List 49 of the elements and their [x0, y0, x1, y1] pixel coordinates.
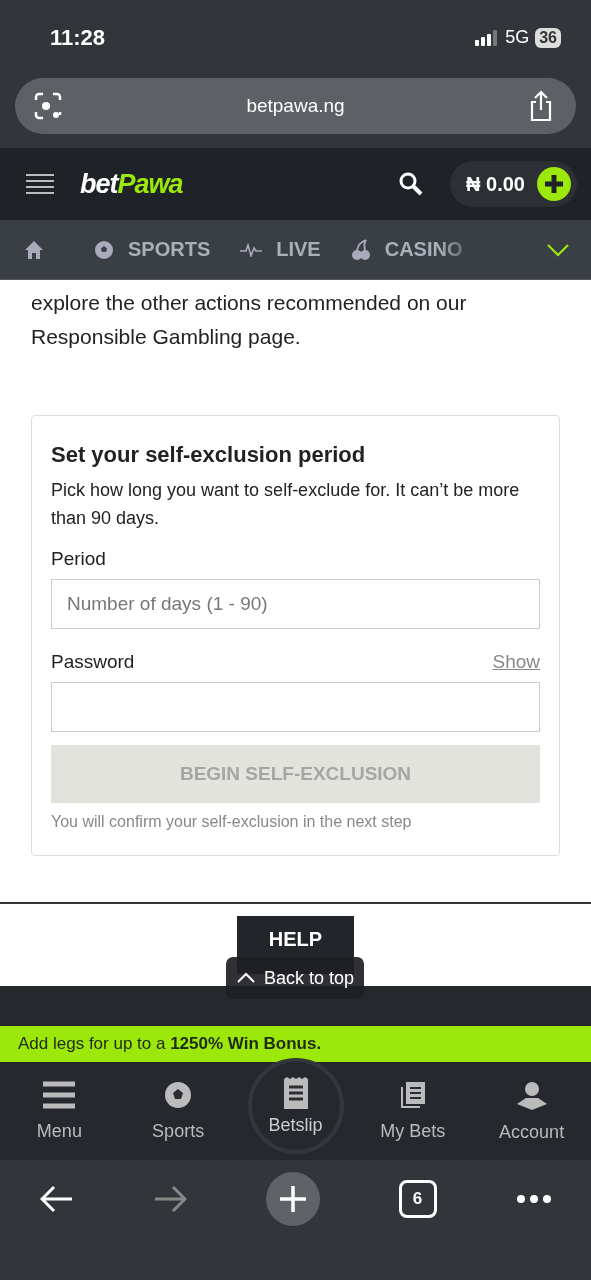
network-label: 5G — [505, 27, 530, 48]
bottom-nav-item[interactable]: Menu — [0, 1062, 119, 1160]
battery-indicator: 36 — [535, 27, 561, 48]
menu-icon — [43, 1080, 76, 1109]
nav-tab[interactable]: LIVE — [240, 238, 321, 261]
form-note: You will confirm your self-exclusion in the next step — [51, 813, 413, 831]
receipt-icon — [283, 1076, 308, 1109]
url-text: betpawa.ng — [246, 95, 345, 117]
search-icon[interactable] — [398, 171, 425, 197]
soccer-ball-icon — [94, 239, 114, 260]
bonus-banner[interactable]: Add legs for up to a 1250% Win Bonus. — [0, 1026, 591, 1062]
nav-tab[interactable]: CASINO — [350, 238, 463, 261]
documents-icon — [399, 1080, 426, 1109]
password-field[interactable] — [51, 682, 540, 732]
chevron-down-icon[interactable] — [547, 242, 569, 257]
balance-pill[interactable]: ₦ 0.00 — [450, 161, 577, 207]
menu-icon[interactable] — [26, 173, 54, 195]
signal-icon — [475, 29, 500, 46]
back-arrow-icon[interactable] — [39, 1184, 74, 1213]
period-field[interactable]: Number of days (1 - 90) — [51, 579, 540, 629]
bottom-nav-item[interactable]: Sports — [118, 1062, 238, 1160]
home-icon[interactable] — [24, 239, 44, 260]
more-icon[interactable] — [515, 1193, 552, 1204]
intro-paragraph: explore the other actions recommended on our Responsible Gambling page. — [31, 290, 468, 350]
pulse-icon — [240, 242, 263, 257]
status-time: 11:28 — [50, 24, 106, 51]
password-label: Password — [51, 651, 135, 673]
bottom-nav-item[interactable]: My Bets — [353, 1062, 473, 1160]
period-label: Period — [51, 548, 107, 570]
camera-search-icon[interactable] — [33, 91, 63, 121]
share-icon[interactable] — [528, 90, 554, 122]
balance-amount: ₦ 0.00 — [466, 172, 525, 196]
bottom-nav-item[interactable]: Account — [472, 1062, 591, 1160]
nav-tab[interactable]: SPORTS — [94, 238, 211, 261]
back-to-top-button[interactable]: Back to top — [226, 957, 365, 999]
address-bar[interactable]: betpawa.ng — [15, 78, 576, 134]
logo[interactable]: betPawa — [80, 168, 183, 200]
cherries-icon — [350, 238, 371, 261]
soccer-ball-icon — [164, 1080, 193, 1109]
bottom-nav-item[interactable]: Betslip — [247, 1058, 344, 1154]
form-title: Set your self-exclusion period — [51, 442, 367, 468]
form-description: Pick how long you want to self-exclude for. It can’t be more than 90 days. — [51, 479, 521, 530]
new-tab-plus-icon[interactable] — [265, 1171, 320, 1226]
show-password-link[interactable]: Show — [492, 651, 540, 682]
bonus-text: Add legs for up to a 1250% Win Bonus. — [18, 1034, 322, 1054]
deposit-plus-icon[interactable] — [537, 167, 571, 201]
tab-count-button[interactable]: 6 — [398, 1179, 437, 1218]
chevron-up-icon — [236, 972, 256, 984]
person-icon — [516, 1079, 547, 1110]
